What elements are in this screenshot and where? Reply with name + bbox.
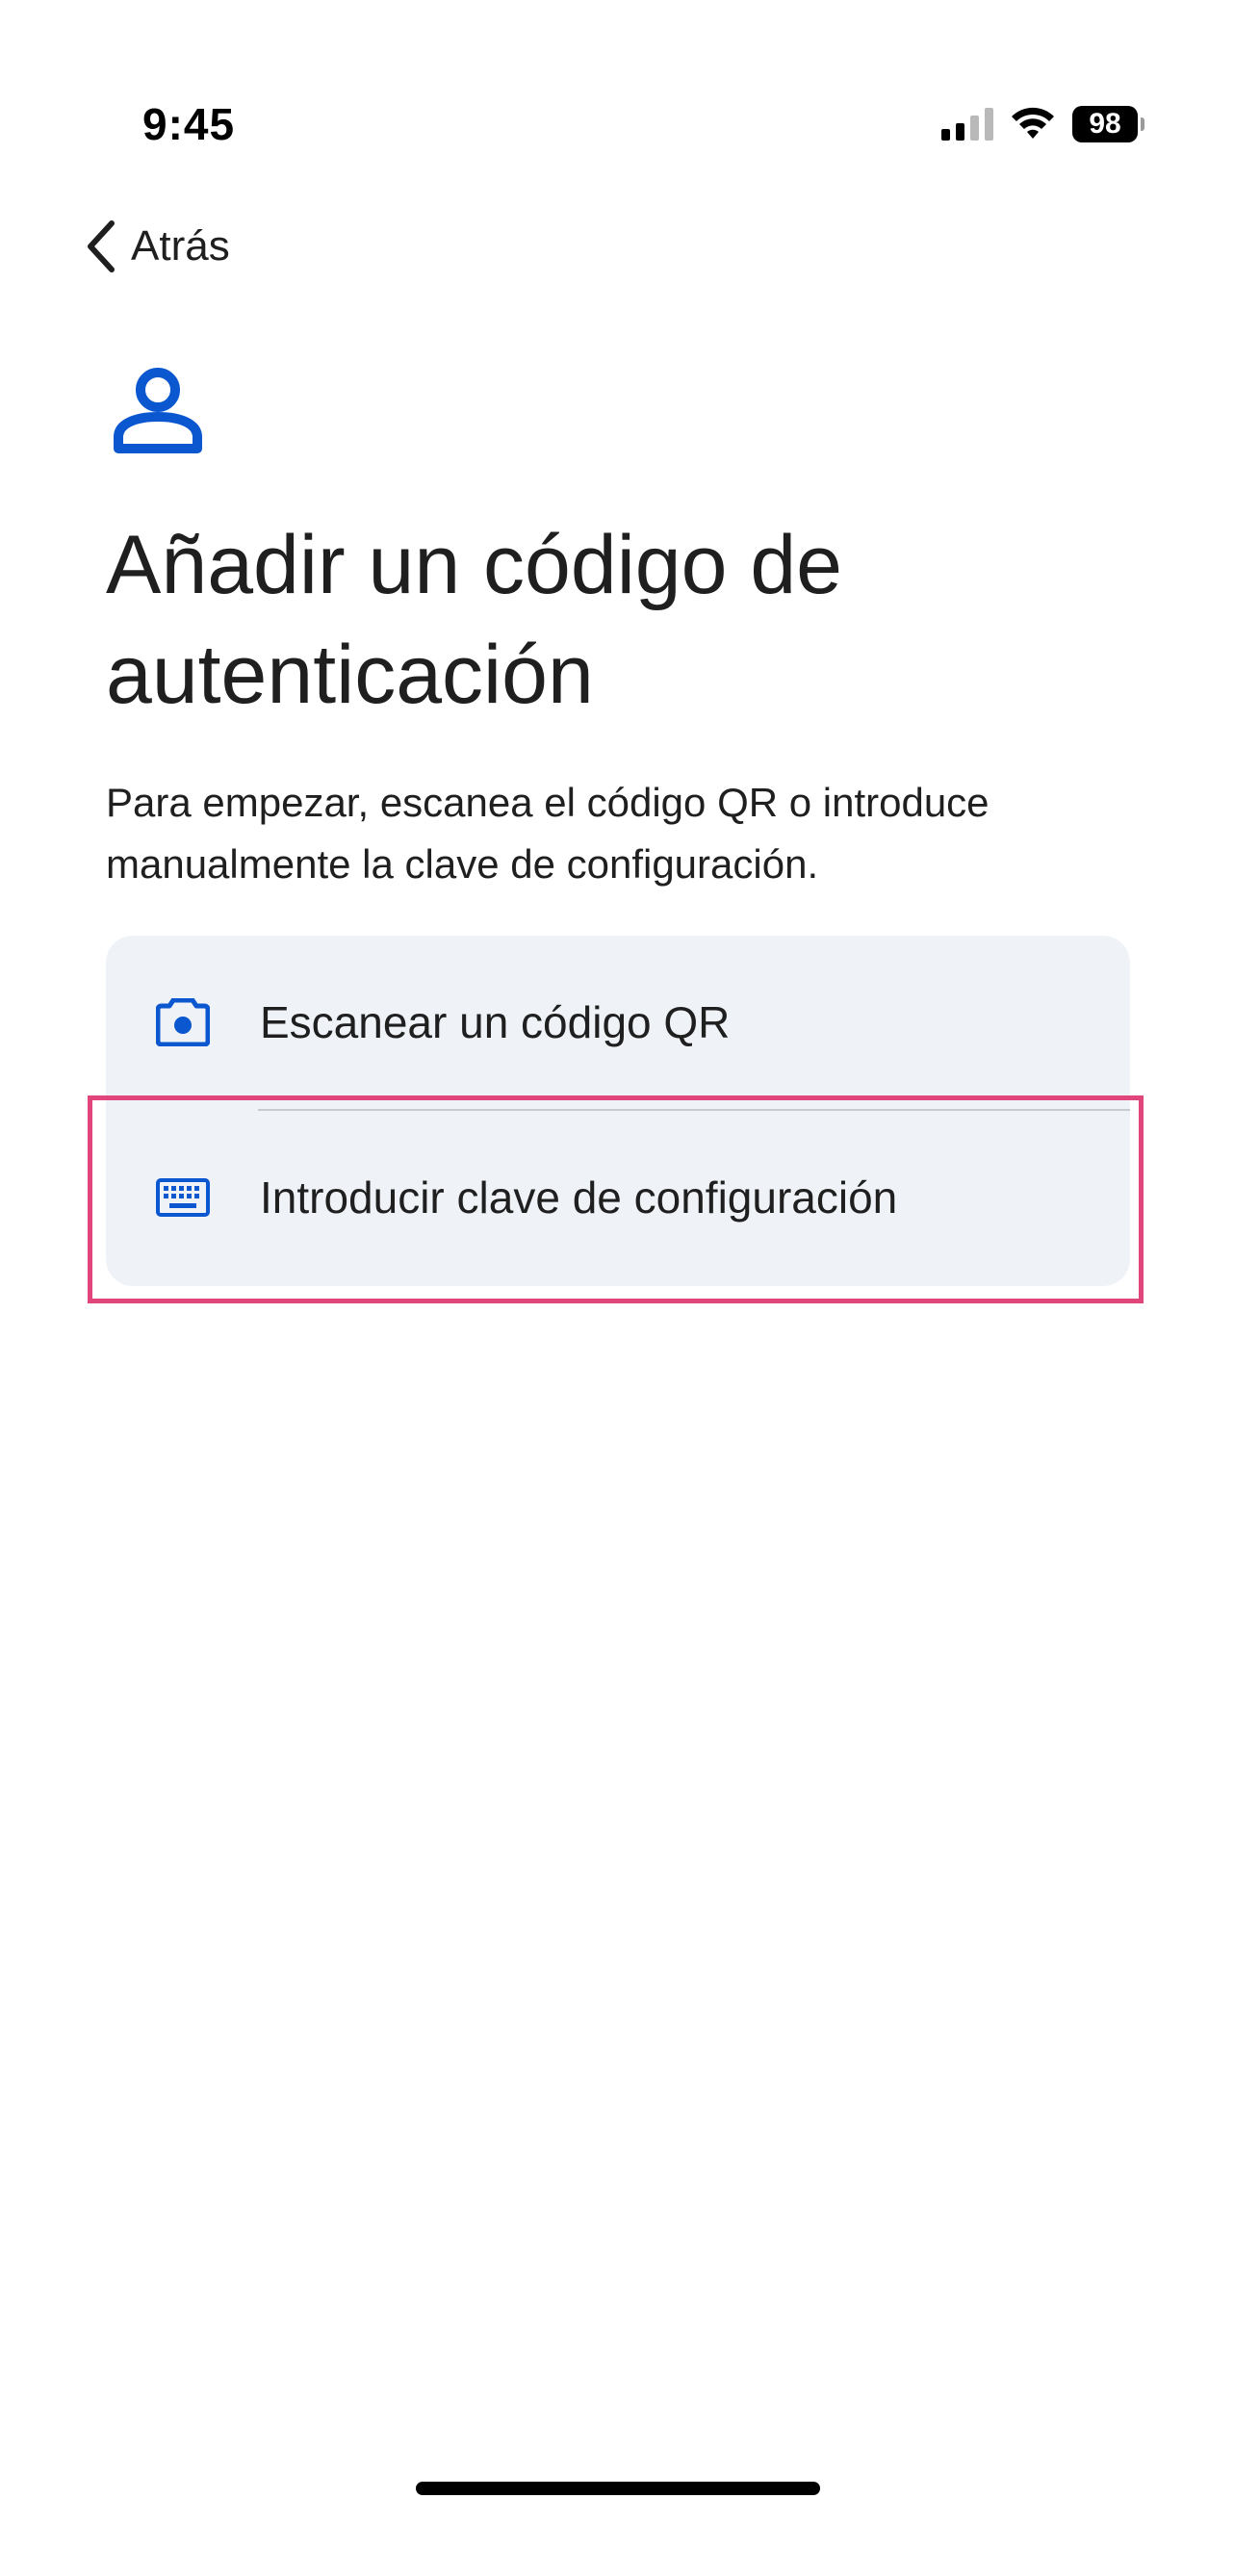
screen: 9:45 98 Atrás Añadir un código de autent…: [0, 0, 1234, 2576]
chevron-left-icon: [88, 220, 115, 272]
scan-qr-label: Escanear un código QR: [260, 997, 731, 1047]
back-button[interactable]: Atrás: [83, 219, 230, 273]
page-title: Añadir un código de autenticación: [106, 519, 843, 721]
keyboard-icon: [154, 1169, 212, 1226]
status-icons: 98: [941, 106, 1144, 142]
enter-setup-key-option[interactable]: Introducir clave de configuración: [106, 1111, 1130, 1284]
back-label: Atrás: [131, 222, 230, 270]
battery-level: 98: [1089, 108, 1121, 140]
home-indicator[interactable]: [416, 2482, 820, 2495]
cellular-signal-icon: [941, 108, 993, 141]
status-time: 9:45: [142, 99, 236, 149]
person-icon: [114, 368, 202, 453]
scan-qr-option[interactable]: Escanear un código QR: [106, 936, 1130, 1109]
wifi-icon: [1012, 107, 1054, 139]
battery-icon: 98: [1072, 106, 1144, 142]
options-list: Escanear un código QR Introducir clave d…: [106, 936, 1130, 1286]
enter-setup-key-label: Introducir clave de configuración: [260, 1172, 898, 1223]
camera-icon: [154, 993, 212, 1051]
page-description: Para empezar, escanea el código QR o int…: [106, 780, 990, 887]
